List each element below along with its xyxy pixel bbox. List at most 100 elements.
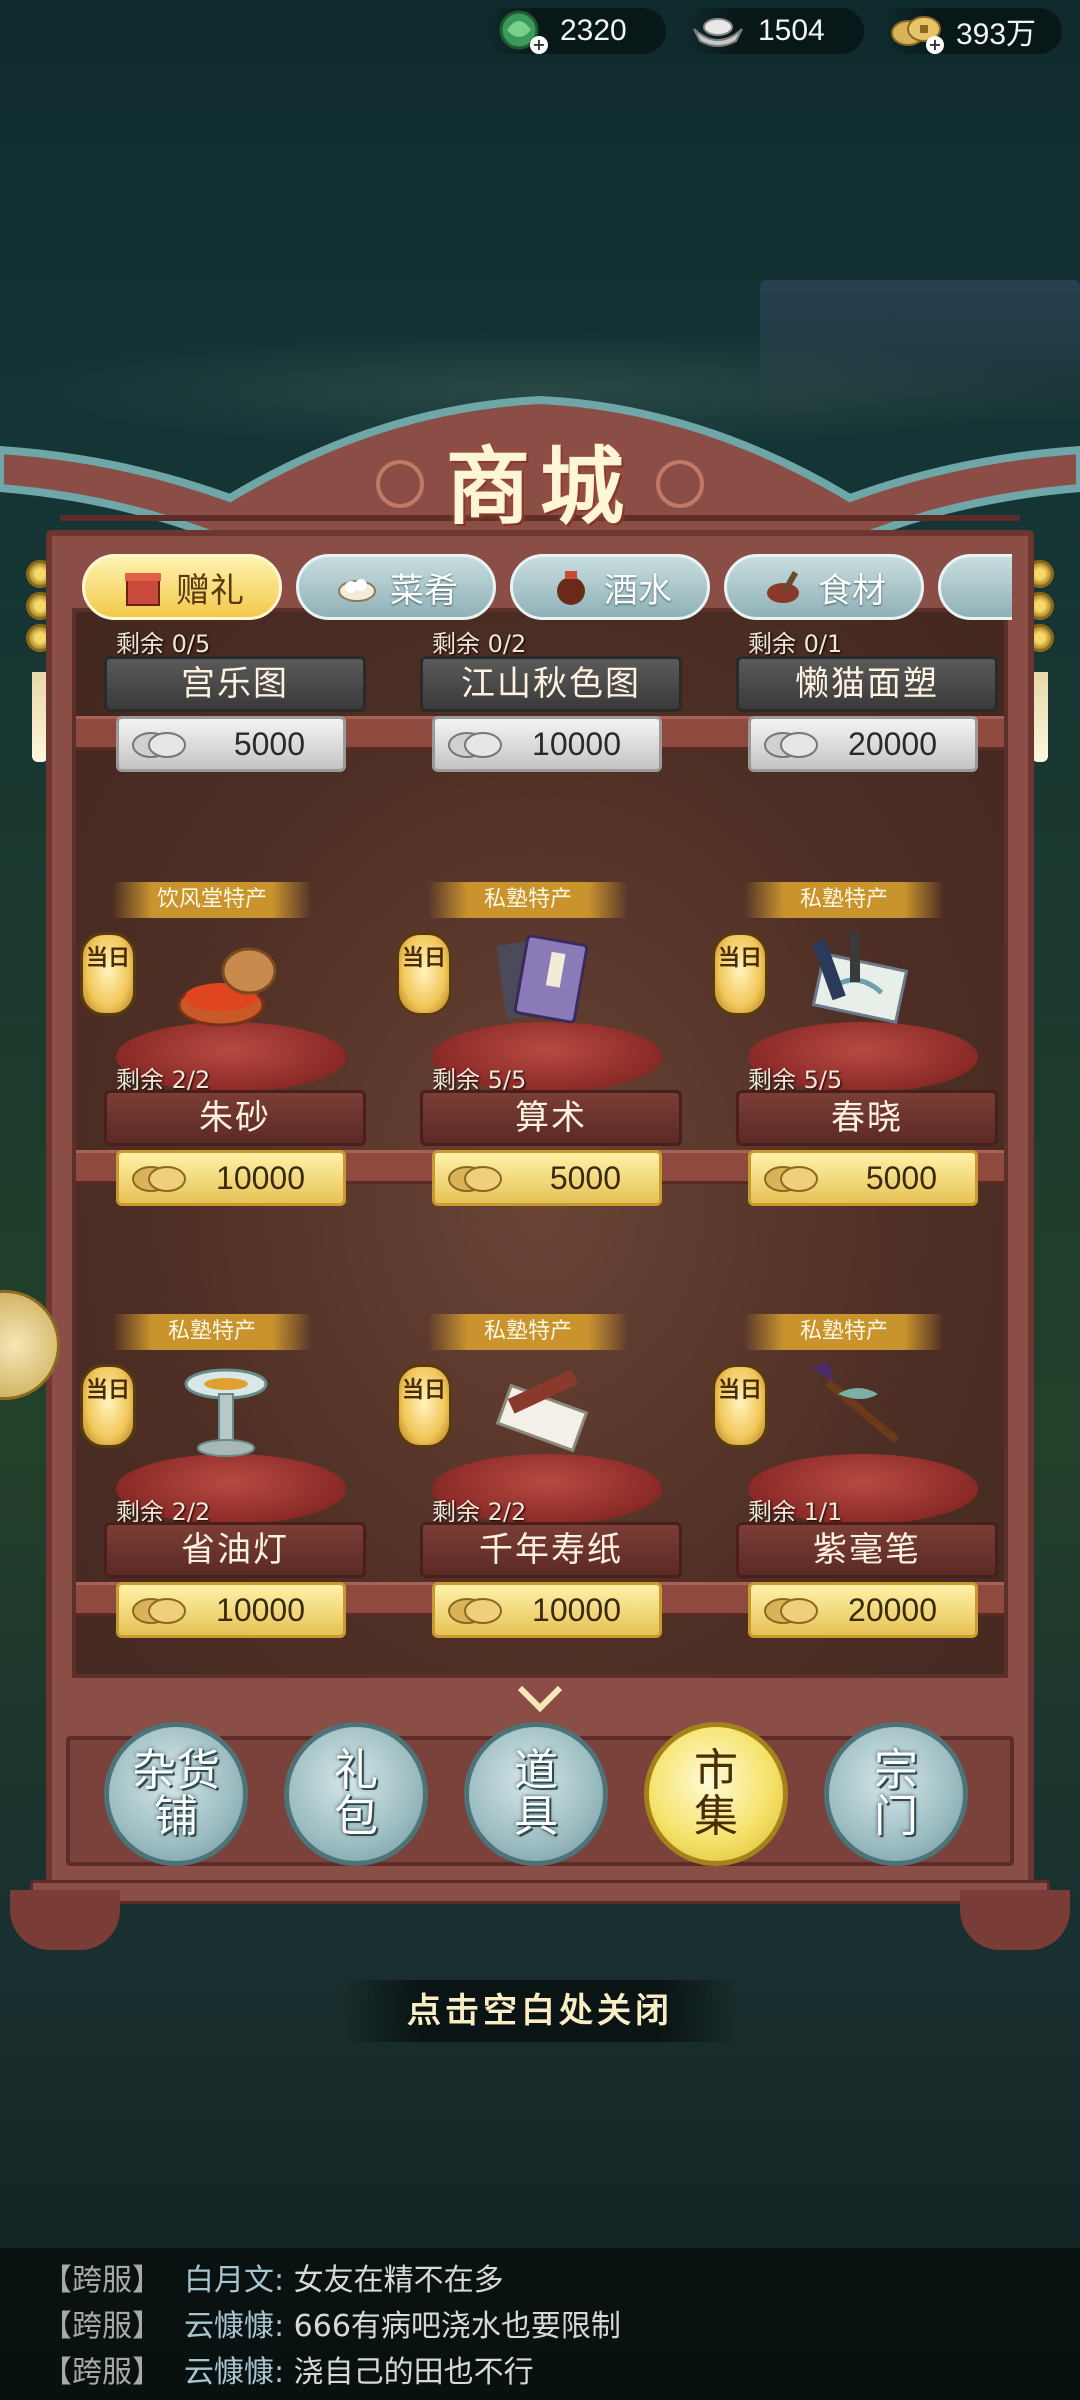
item-remaining: 剩余 0/1 (748, 630, 843, 658)
frame-base (30, 1880, 1050, 1904)
chat-text: 女友在精不在多 (293, 2263, 504, 2298)
category-gift-packs[interactable]: 礼包 (284, 1722, 428, 1866)
category-props[interactable]: 道具 (464, 1722, 608, 1866)
ingredients-icon (762, 564, 808, 610)
category-label: 集 (694, 1791, 738, 1842)
price-value: 10000 (216, 1159, 305, 1196)
item-origin-badge: 私塾特产 (112, 1314, 312, 1350)
silver-currency[interactable]: 1504 (684, 8, 864, 54)
chat-channel: 【跨服】 (42, 2263, 162, 2298)
silver-coins-icon (132, 732, 186, 758)
price-value: 5000 (549, 1159, 621, 1196)
category-general-store[interactable]: 杂货铺 (104, 1722, 248, 1866)
item-price-button[interactable]: 10000 (116, 1150, 346, 1206)
daily-lantern-icon: 当日 (712, 932, 768, 1016)
tab-drinks[interactable]: 酒水 (510, 554, 710, 620)
scroll-painting-icon (798, 922, 918, 1032)
tab-ingredients[interactable]: 食材 (724, 554, 924, 620)
category-label: 包 (334, 1791, 378, 1842)
tab-label: 食材 (818, 570, 886, 611)
category-label: 宗 (874, 1745, 918, 1796)
item-price-button[interactable]: 20000 (748, 716, 978, 772)
copper-coins-icon (448, 1598, 502, 1624)
silver-coins-icon (764, 732, 818, 758)
category-label: 礼 (334, 1745, 378, 1796)
shop-categories: 杂货铺 礼包 道具 市集 宗门 (104, 1722, 984, 1872)
item-name: 懒猫面塑 (736, 656, 998, 712)
category-label: 具 (514, 1791, 558, 1842)
copper-coins-icon (132, 1166, 186, 1192)
tab-gifts[interactable]: 赠礼 (82, 554, 282, 620)
daily-lantern-icon: 当日 (712, 1364, 768, 1448)
item-name: 紫毫笔 (736, 1522, 998, 1578)
item-price-button[interactable]: 5000 (116, 716, 346, 772)
item-price-button[interactable]: 10000 (432, 716, 662, 772)
daily-lantern-icon: 当日 (80, 1364, 136, 1448)
copper-coins-icon: + (886, 8, 946, 54)
item-remaining: 剩余 0/5 (116, 630, 211, 658)
tab-label: 酒水 (604, 570, 672, 611)
jade-coin-icon: + (490, 8, 550, 54)
item-origin-badge: 私塾特产 (744, 882, 944, 918)
silver-ingot-icon (688, 8, 748, 54)
item-name: 省油灯 (104, 1522, 366, 1578)
gift-icon (120, 564, 166, 610)
tab-dishes[interactable]: 菜肴 (296, 554, 496, 620)
chat-text: 浇自己的田也不行 (293, 2355, 534, 2390)
category-sect[interactable]: 宗门 (824, 1722, 968, 1866)
jade-currency[interactable]: + 2320 (486, 8, 666, 54)
item-name: 算术 (420, 1090, 682, 1146)
item-price-button[interactable]: 5000 (432, 1150, 662, 1206)
item-name: 千年寿纸 (420, 1522, 682, 1578)
item-grid[interactable]: 剩余 0/5 宫乐图 5000 剩余 0/2 江山秋色图 10000 剩余 0/… (72, 608, 1008, 1678)
chat-message: 【跨服】 云慷慷: 666有病吧浇水也要限制 (42, 2304, 1080, 2350)
chevron-down-icon[interactable] (516, 1684, 564, 1714)
item-name: 江山秋色图 (420, 656, 682, 712)
chat-user: 云慷慷: (184, 2355, 285, 2390)
copper-coins-icon (764, 1166, 818, 1192)
chat-feed[interactable]: 【跨服】 白月文: 女友在精不在多 【跨服】 云慷慷: 666有病吧浇水也要限制 【… (0, 2248, 1080, 2400)
silver-coins-icon (448, 732, 502, 758)
item-origin-badge: 私塾特产 (428, 882, 628, 918)
resource-bar: + 2320 1504 + 393万 (486, 0, 1080, 62)
item-origin-badge: 私塾特产 (744, 1314, 944, 1350)
close-hint[interactable]: 点击空白处关闭 (340, 1980, 740, 2042)
chat-message: 【跨服】 白月文: 女友在精不在多 (42, 2258, 1080, 2304)
price-value: 5000 (233, 725, 305, 762)
price-value: 10000 (532, 725, 621, 762)
chat-user: 白月文: (184, 2263, 285, 2298)
item-name: 朱砂 (104, 1090, 366, 1146)
copper-coins-icon (764, 1598, 818, 1624)
item-price-button[interactable]: 10000 (432, 1582, 662, 1638)
jade-value: 2320 (560, 14, 627, 47)
item-price-button[interactable]: 10000 (116, 1582, 346, 1638)
category-label: 道 (514, 1745, 558, 1796)
wine-jar-icon (548, 564, 594, 610)
brush-pen-icon (798, 1354, 918, 1464)
chat-channel: 【跨服】 (42, 2309, 162, 2344)
daily-lantern-icon: 当日 (396, 1364, 452, 1448)
item-price-button[interactable]: 5000 (748, 1150, 978, 1206)
copper-coins-icon (448, 1166, 502, 1192)
price-value: 5000 (865, 1159, 937, 1196)
oil-lamp-icon (166, 1358, 286, 1468)
price-value: 10000 (532, 1591, 621, 1628)
category-label: 市 (694, 1745, 738, 1796)
item-origin-badge: 私塾特产 (428, 1314, 628, 1350)
category-market[interactable]: 市集 (644, 1722, 788, 1866)
category-label: 铺 (154, 1791, 198, 1842)
price-value: 20000 (848, 1591, 937, 1628)
chat-text: 666有病吧浇水也要限制 (293, 2309, 621, 2344)
tab-more[interactable] (938, 554, 1012, 620)
chat-channel: 【跨服】 (42, 2355, 162, 2390)
daily-lantern-icon: 当日 (396, 932, 452, 1016)
item-name: 宫乐图 (104, 656, 366, 712)
category-label: 门 (874, 1791, 918, 1842)
copper-currency[interactable]: + 393万 (882, 8, 1062, 54)
item-price-button[interactable]: 20000 (748, 1582, 978, 1638)
price-value: 20000 (848, 725, 937, 762)
item-name: 春晓 (736, 1090, 998, 1146)
frame-foot-left (10, 1890, 120, 1950)
chat-user: 云慷慷: (184, 2309, 285, 2344)
paper-stack-icon (482, 1354, 602, 1464)
